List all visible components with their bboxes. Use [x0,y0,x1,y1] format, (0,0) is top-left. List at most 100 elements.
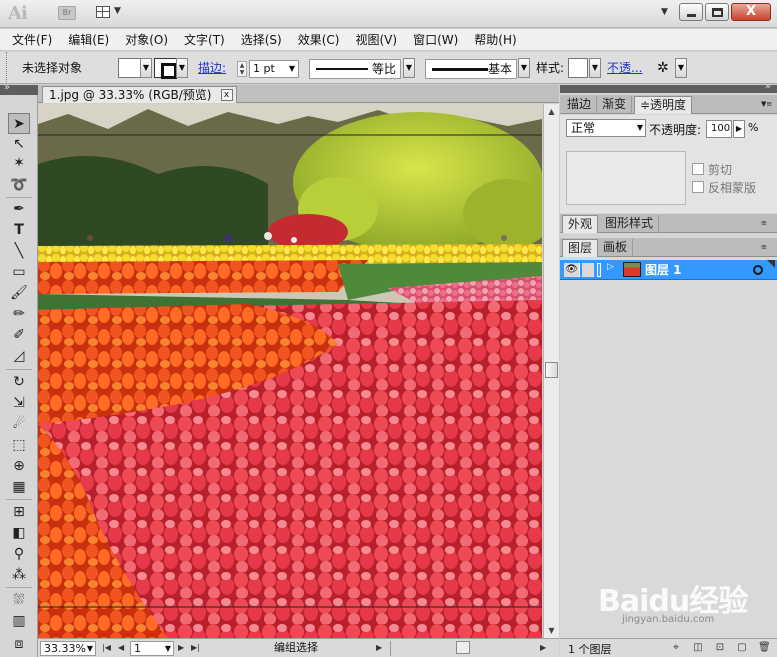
make-clipping-mask-icon[interactable]: ◫ [692,642,704,654]
stroke-weight-spinner[interactable]: ▲ ▼ [237,61,247,77]
lock-toggle[interactable] [582,263,594,277]
first-artboard-icon[interactable]: |◀ [102,641,111,656]
brush-dropdown[interactable]: ▼ [518,58,530,78]
hscroll-right-icon[interactable]: ▶ [540,641,546,656]
maximize-button[interactable] [705,3,729,21]
artboard-canvas[interactable] [38,104,542,638]
new-sublayer-icon[interactable]: ⊡ [714,642,726,654]
opacity-field[interactable]: 100 [706,120,732,138]
graphic-style-dropdown[interactable]: ▼ [589,58,601,78]
scale-tool-icon[interactable]: ⇲ [8,393,30,414]
layer-name[interactable]: 图层 1 [645,262,682,278]
panel-menu-icon[interactable]: ≡ [761,218,773,228]
tab-appearance[interactable]: 外观 [562,215,599,233]
mesh-tool-icon[interactable]: ⊞ [8,502,30,523]
variable-width-profile[interactable]: 等比 [309,59,401,79]
blend-mode-select[interactable]: 正常 ▼ [566,119,646,137]
gradient-tool-icon[interactable]: ◧ [8,523,30,544]
control-bar-menu-button[interactable]: ▼ [675,58,687,78]
scroll-down-icon[interactable]: ▼ [544,623,559,638]
warp-tool-icon[interactable]: ☄ [8,414,30,435]
panel-group-header[interactable] [560,81,777,93]
menu-help[interactable]: 帮助(H) [466,30,524,50]
menu-type[interactable]: 文字(T) [176,30,233,50]
menu-effect[interactable]: 效果(C) [290,30,348,50]
fill-swatch[interactable] [118,58,142,78]
recolor-artwork-icon[interactable]: ✲ [657,52,669,84]
opacity-mask-thumbnail[interactable] [566,151,686,205]
locate-object-icon[interactable]: ⌖ [670,642,682,654]
graphic-style-swatch[interactable] [568,58,588,78]
profile-dropdown[interactable]: ▼ [403,58,415,78]
stroke-weight-field[interactable]: 1 pt ▼ [249,60,299,78]
control-bar-grip[interactable] [6,52,10,84]
artboard-tool-icon[interactable]: ⧈ [8,634,30,655]
clip-checkbox[interactable] [692,163,704,175]
document-tab[interactable]: 1.jpg @ 33.33% (RGB/预览) x [42,86,237,103]
status-menu-icon[interactable]: ▶ [376,641,382,656]
scroll-up-icon[interactable]: ▲ [544,104,559,119]
rectangle-tool-icon[interactable]: ▭ [8,262,30,283]
menu-select[interactable]: 选择(S) [233,30,290,50]
workspace-switcher-chevron-icon[interactable]: ▼ [661,7,668,17]
menu-file[interactable]: 文件(F) [4,30,60,50]
stroke-dropdown[interactable]: ▼ [176,58,188,78]
minimize-button[interactable] [679,3,703,21]
menu-window[interactable]: 窗口(W) [405,30,466,50]
tab-transparency[interactable]: ≑透明度 [634,96,693,114]
tab-artboards[interactable]: 画板 [598,239,634,257]
magic-wand-tool-icon[interactable]: ✶ [8,153,30,174]
paintbrush-tool-icon[interactable]: 🖌 [8,283,30,304]
artboard-number-field[interactable]: 1 ▼ [130,641,174,656]
opacity-panel-link[interactable]: 不透... [607,52,642,84]
opacity-dropdown[interactable]: ▶ [733,120,745,138]
column-graph-tool-icon[interactable]: ▥ [8,611,30,632]
zoom-field[interactable]: 33.33% ▼ [40,641,96,656]
pencil-tool-icon[interactable]: ✏ [8,304,30,325]
go-to-bridge-button[interactable]: Br [58,6,76,20]
tab-layers[interactable]: 图层 [562,239,599,257]
tools-panel-header[interactable] [0,82,38,95]
eye-icon[interactable]: 👁 [564,263,580,277]
target-circle-icon[interactable] [753,265,763,275]
selection-tool-icon[interactable]: ➤ [8,113,30,134]
lasso-tool-icon[interactable]: ➰ [8,175,30,196]
next-artboard-icon[interactable]: ▶ [178,641,184,656]
fill-dropdown[interactable]: ▼ [140,58,152,78]
tab-stroke[interactable]: 描边 [562,96,598,114]
invert-mask-checkbox[interactable] [692,181,704,193]
tab-gradient[interactable]: 渐变 [597,96,633,114]
line-tool-icon[interactable]: ╲ [8,241,30,262]
layer-row[interactable]: 👁 ▷ 图层 1 [560,260,777,280]
trash-icon[interactable]: 🗑 [758,642,771,654]
shape-builder-tool-icon[interactable]: ⊕ [8,456,30,477]
close-document-icon[interactable]: x [220,89,233,101]
menu-edit[interactable]: 编辑(E) [60,30,117,50]
stroke-panel-link[interactable]: 描边: [198,52,226,84]
eraser-tool-icon[interactable]: ◿ [8,346,30,367]
brush-definition[interactable]: 基本 [425,59,517,79]
blob-brush-tool-icon[interactable]: ✐ [8,325,30,346]
panel-menu-icon[interactable]: ≡ [761,242,773,252]
free-transform-tool-icon[interactable]: ⬚ [8,435,30,456]
arrange-documents-button[interactable]: ▼ [96,5,126,21]
horizontal-scrollbar-thumb[interactable] [456,641,470,654]
last-artboard-icon[interactable]: ▶| [191,641,200,656]
selection-indicator-icon[interactable] [767,260,775,268]
type-tool-icon[interactable]: T [8,220,30,241]
direct-selection-tool-icon[interactable]: ↖ [8,134,30,155]
rotate-tool-icon[interactable]: ↻ [8,372,30,393]
close-button[interactable]: X [731,3,771,21]
symbol-sprayer-tool-icon[interactable]: ⛆ [8,590,30,611]
tab-graphic-styles[interactable]: 图形样式 [600,215,660,233]
new-layer-icon[interactable]: ▢ [736,642,748,654]
menu-view[interactable]: 视图(V) [347,30,405,50]
menu-object[interactable]: 对象(O) [117,30,176,50]
panel-menu-icon[interactable]: ▼≡ [761,99,773,109]
blend-tool-icon[interactable]: ⁂ [8,565,30,586]
perspective-grid-tool-icon[interactable]: ▦ [8,477,30,498]
eyedropper-tool-icon[interactable]: ⚲ [8,544,30,565]
hscroll-left-icon[interactable] [390,641,398,656]
expand-triangle-icon[interactable]: ▷ [607,262,614,272]
previous-artboard-icon[interactable]: ◀ [118,641,124,656]
